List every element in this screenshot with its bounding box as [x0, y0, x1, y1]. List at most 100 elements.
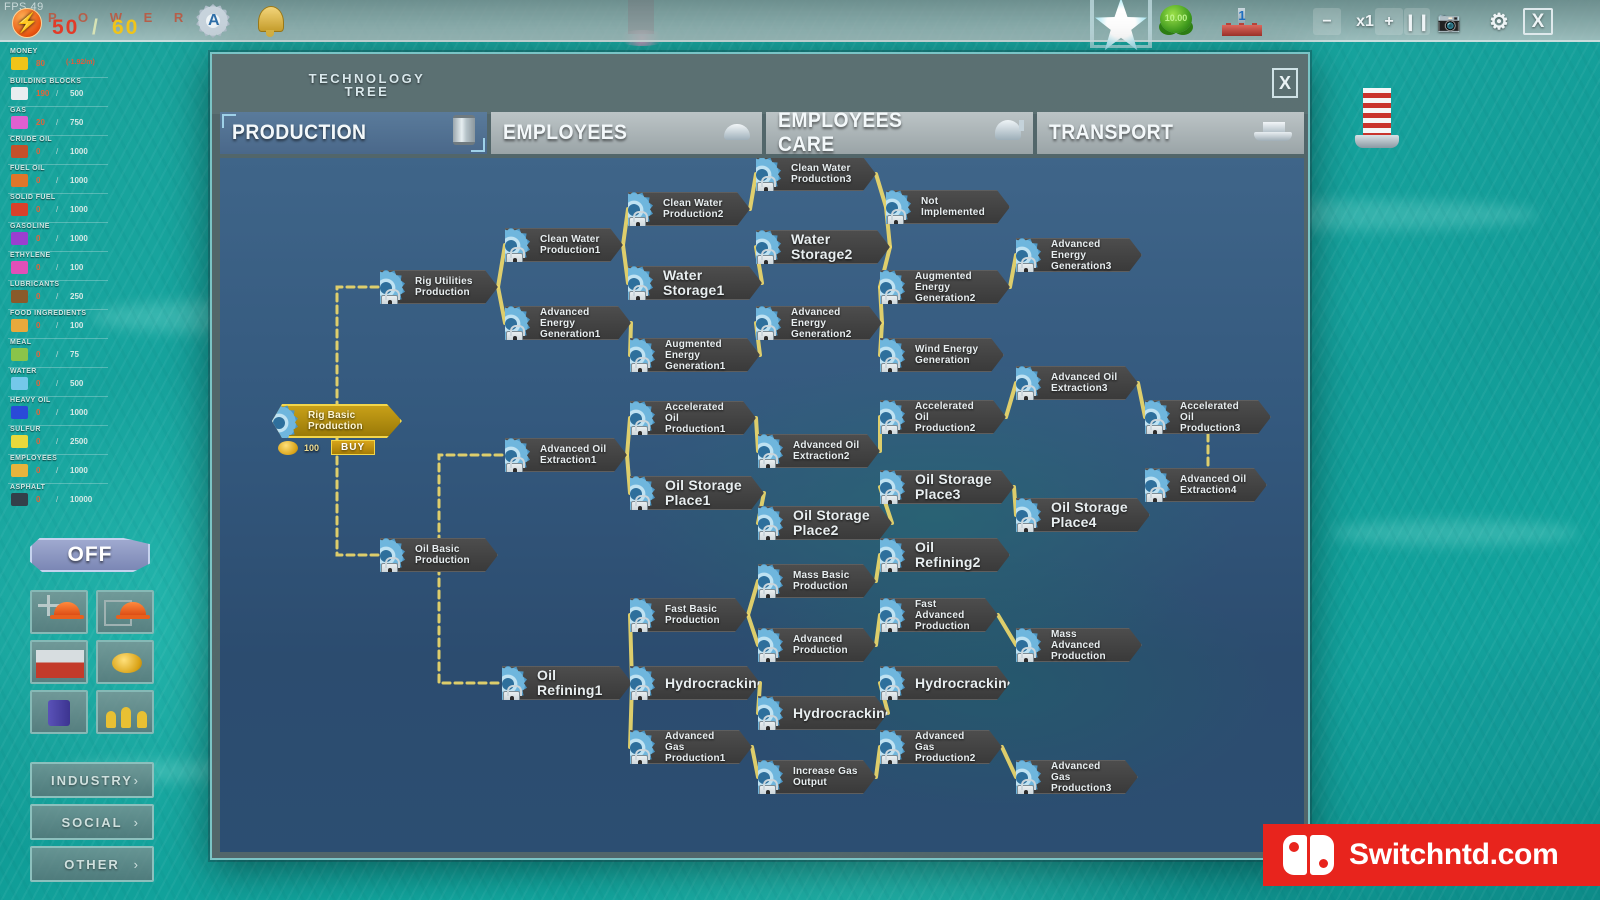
chevron-right-icon: ›	[133, 772, 138, 788]
tech-node-hydrocracking3[interactable]: Hydrocracking3	[880, 666, 1010, 700]
tech-node-augmented-energy-generation2[interactable]: Augmented Energy Generation2	[880, 270, 1010, 304]
resource-max: 1000	[70, 147, 88, 156]
resource-name: SOLID FUEL	[10, 194, 56, 201]
resource-name: FOOD INGREDIENTS	[10, 310, 87, 317]
pause-button[interactable]: ❙❙	[1404, 8, 1430, 35]
tech-node-label: Advanced Oil Extraction2	[793, 440, 860, 462]
tech-node-oil-storage-place2[interactable]: Oil Storage Place2	[758, 506, 892, 540]
tech-node-oil-refining1[interactable]: Oil Refining1	[502, 666, 632, 700]
tech-node-water-storage2[interactable]: Water Storage2	[756, 230, 890, 264]
tab-employees-care[interactable]: EMPLOYEES CARE	[765, 109, 1033, 156]
category-button-industry[interactable]: INDUSTRY ›	[30, 762, 154, 798]
resource-max: 10000	[70, 495, 93, 504]
resource-row: LUBRICANTS 0 / 250	[8, 280, 108, 308]
tech-node-advanced-energy-generation1[interactable]: Advanced Energy Generation1	[505, 306, 631, 340]
tech-node-fast-basic-production[interactable]: Fast Basic Production	[630, 598, 748, 632]
tech-node-augmented-energy-generation1[interactable]: Augmented Energy Generation1	[630, 338, 760, 372]
tech-node-oil-basic-production[interactable]: Oil Basic Production	[380, 538, 498, 572]
tech-node-water-storage1[interactable]: Water Storage1	[628, 266, 762, 300]
tech-node-advanced-oil-extraction3[interactable]: Advanced Oil Extraction3	[1016, 366, 1138, 400]
speed-increase-button[interactable]: +	[1375, 8, 1403, 35]
tech-node-advanced-energy-generation3[interactable]: Advanced Energy Generation3	[1016, 238, 1142, 272]
tech-node-clean-water-production2[interactable]: Clean Water Production2	[628, 192, 750, 226]
tech-node-accelerated-oil-production3[interactable]: Accelerated Oil Production3	[1145, 400, 1271, 434]
resource-separator: /	[56, 495, 59, 504]
tech-node-advanced-gas-production1[interactable]: Advanced Gas Production1	[630, 730, 752, 764]
tab-transport[interactable]: TRANSPORT	[1036, 112, 1304, 154]
trade-money-button[interactable]	[96, 640, 154, 684]
compass-gear-icon[interactable]: A	[196, 4, 230, 38]
tech-node-label: Augmented Energy Generation2	[915, 270, 976, 304]
rig-count-icon[interactable]: 1	[1222, 4, 1262, 38]
close-window-button[interactable]: X	[1272, 68, 1298, 98]
resource-current: 0	[36, 205, 41, 214]
site-watermark: Switchntd.com	[1263, 824, 1600, 886]
star-icon[interactable]	[1094, 0, 1148, 54]
tech-node-accelerated-oil-production2[interactable]: Accelerated Oil Production2	[880, 400, 1006, 434]
build-road-button[interactable]	[30, 590, 88, 634]
buy-button[interactable]: BUY	[331, 440, 376, 455]
resource-row: FOOD INGREDIENTS 0 / 100	[8, 309, 108, 337]
tech-node-rig-basic-production[interactable]: Rig Basic Production	[272, 404, 402, 438]
tech-node-advanced-production[interactable]: Advanced Production	[758, 628, 876, 662]
resource-row: CRUDE OIL 0 / 1000	[8, 135, 108, 163]
resource-row: SOLID FUEL 0 / 1000	[8, 193, 108, 221]
resource-current: 0	[36, 379, 41, 388]
speed-decrease-button[interactable]: −	[1313, 8, 1341, 35]
tech-node-advanced-energy-generation2[interactable]: Advanced Energy Generation2	[756, 306, 882, 340]
tech-node-mass-basic-production[interactable]: Mass Basic Production	[758, 564, 876, 598]
tech-node-clean-water-production3[interactable]: Clean Water Production3	[756, 158, 876, 191]
tech-node-advanced-gas-production2[interactable]: Advanced Gas Production2	[880, 730, 1002, 764]
build-platform-button[interactable]	[30, 640, 88, 684]
build-blueprint-button[interactable]	[96, 590, 154, 634]
tech-node-oil-storage-place1[interactable]: Oil Storage Place1	[630, 476, 764, 510]
tech-node-wind-energy-generation[interactable]: Wind Energy Generation	[880, 338, 1004, 372]
resource-current: 0	[36, 350, 41, 359]
workers-button[interactable]	[96, 690, 154, 734]
tech-node-hydrocracking1[interactable]: Hydrocracking1	[630, 666, 760, 700]
tech-node-hydrocracking2[interactable]: Hydrocracking2	[758, 696, 888, 730]
resource-current: 80	[36, 59, 45, 68]
resource-separator: /	[56, 205, 59, 214]
power-toggle-button[interactable]: OFF	[30, 538, 150, 572]
tech-node-label: Increase Gas Output	[793, 766, 858, 788]
tech-node-label: Rig Basic Production	[308, 410, 363, 432]
resource-name: CRUDE OIL	[10, 136, 53, 143]
tech-node-clean-water-production1[interactable]: Clean Water Production1	[505, 228, 623, 262]
tech-node-rig-utilities-production[interactable]: Rig Utilities Production	[380, 270, 498, 304]
tab-employees[interactable]: EMPLOYEES	[491, 112, 762, 154]
tech-node-mass-advanced-production[interactable]: Mass Advanced Production	[1016, 628, 1142, 662]
tech-node-increase-gas-output[interactable]: Increase Gas Output	[758, 760, 876, 794]
tech-node-label: Fast Advanced Production	[915, 598, 970, 632]
resource-name: ASPHALT	[10, 484, 46, 491]
tech-node-advanced-oil-extraction2[interactable]: Advanced Oil Extraction2	[758, 434, 880, 468]
tech-node-oil-refining2[interactable]: Oil Refining2	[880, 538, 1010, 572]
camera-icon[interactable]: 📷	[1434, 8, 1464, 35]
tech-node-fast-advanced-production[interactable]: Fast Advanced Production	[880, 598, 998, 632]
tech-node-oil-storage-place3[interactable]: Oil Storage Place3	[880, 470, 1014, 504]
tech-node-advanced-oil-extraction4[interactable]: Advanced Oil Extraction4	[1145, 468, 1267, 502]
close-icon[interactable]: X	[1523, 8, 1553, 35]
tech-node-advanced-gas-production3[interactable]: Advanced Gas Production3	[1016, 760, 1138, 794]
resource-separator: /	[56, 379, 59, 388]
category-button-other[interactable]: OTHER ›	[30, 846, 154, 882]
tech-node-oil-storage-place4[interactable]: Oil Storage Place4	[1016, 498, 1150, 532]
tech-tree-canvas[interactable]: Rig Basic Production 100 BUY Rig Utilities …	[220, 158, 1304, 852]
tech-node-advanced-oil-extraction1[interactable]: Advanced Oil Extraction1	[505, 438, 627, 472]
tech-node-buy-row: 100 BUY	[278, 440, 376, 455]
power-bolt-icon	[12, 8, 42, 38]
tech-node-label: Advanced Gas Production3	[1051, 760, 1112, 794]
tech-node-not-implemented[interactable]: Not Implemented	[886, 190, 1010, 224]
bell-icon[interactable]	[256, 2, 284, 38]
resource-name: GAS	[10, 107, 27, 114]
resource-icon	[11, 377, 28, 390]
resource-icon	[11, 174, 28, 187]
storage-barrel-button[interactable]	[30, 690, 88, 734]
watermark-text: Switchntd.com	[1349, 838, 1559, 871]
chevron-right-icon: ›	[133, 814, 138, 830]
category-button-social[interactable]: SOCIAL ›	[30, 804, 154, 840]
tab-production[interactable]: PRODUCTION	[220, 112, 487, 154]
gear-icon[interactable]: ⚙	[1484, 8, 1514, 35]
tech-node-accelerated-oil-production1[interactable]: Accelerated Oil Production1	[630, 401, 756, 435]
resource-current: 20	[36, 118, 45, 127]
